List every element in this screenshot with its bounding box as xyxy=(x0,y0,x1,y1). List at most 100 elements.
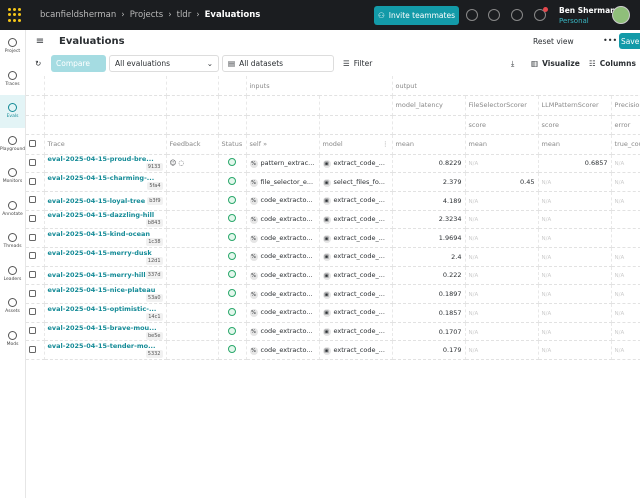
filter-button[interactable]: ☰ Filter xyxy=(338,55,377,72)
model-value[interactable]: extract_code_... xyxy=(334,196,385,204)
table-row[interactable]: eval-2025-04-15-tender-mo... 5332% code_ex… xyxy=(26,340,640,361)
more-icon[interactable]: ••• xyxy=(603,36,617,45)
row-checkbox[interactable] xyxy=(29,289,36,297)
table-row[interactable]: eval-2025-04-15-kind-ocean 1c38% code_extr… xyxy=(26,228,640,248)
trace-link[interactable]: eval-2025-04-15-kind-ocean xyxy=(48,230,151,238)
sidebar-item-leaders[interactable]: Leaders xyxy=(0,258,25,291)
column-menu-icon[interactable]: ⋮ xyxy=(382,140,389,148)
table-row[interactable]: eval-2025-04-15-merry-dusk 12d1% code_extr… xyxy=(26,247,640,267)
evaluations-select[interactable]: All evaluations ⌄ xyxy=(109,55,219,72)
trace-link[interactable]: eval-2025-04-15-brave-mou... xyxy=(48,324,157,332)
column-trace[interactable]: Trace xyxy=(44,134,167,155)
row-checkbox[interactable] xyxy=(29,233,36,241)
search-icon[interactable] xyxy=(466,9,478,21)
table-row[interactable]: eval-2025-04-15-optimistic-... 14c1% code_… xyxy=(26,303,640,323)
trace-link[interactable]: eval-2025-04-15-merry-hill xyxy=(48,271,146,279)
save-view-button[interactable]: Save view xyxy=(619,33,640,49)
row-checkbox[interactable] xyxy=(29,196,36,204)
column-mean[interactable]: mean xyxy=(392,134,466,155)
row-checkbox[interactable] xyxy=(29,177,36,185)
row-checkbox[interactable] xyxy=(29,158,36,166)
columns-button[interactable]: ☷ Columns xyxy=(584,55,640,72)
expand-icon[interactable]: » xyxy=(263,140,267,148)
table-row[interactable]: eval-2025-04-15-merry-hill 337d% code_extr… xyxy=(26,266,640,286)
model-value[interactable]: extract_code_... xyxy=(334,252,385,260)
avatar[interactable] xyxy=(612,6,630,24)
column-self[interactable]: self » xyxy=(246,134,320,155)
table-row[interactable]: eval-2025-04-15-loyal-tree b3f9% code_extr… xyxy=(26,191,640,211)
model-value[interactable]: extract_code_... xyxy=(334,290,385,298)
column-mean[interactable]: mean xyxy=(538,134,612,155)
help-icon[interactable] xyxy=(534,7,548,21)
column-feedback[interactable]: Feedback xyxy=(166,134,219,155)
breadcrumb-project[interactable]: tldr xyxy=(177,10,192,20)
table-row[interactable]: eval-2025-04-15-dazzling-hill b843% code_e… xyxy=(26,210,640,230)
bell-icon[interactable] xyxy=(488,9,500,21)
select-all-checkbox[interactable] xyxy=(29,139,36,147)
trace-link[interactable]: eval-2025-04-15-proud-bre... xyxy=(48,155,154,163)
invite-teammates-button[interactable]: ⚇ Invite teammates xyxy=(374,6,459,25)
self-value[interactable]: code_extracto... xyxy=(261,234,313,242)
row-checkbox[interactable] xyxy=(29,270,36,278)
table-row[interactable]: eval-2025-04-15-nice-plateau 53a0% code_ex… xyxy=(26,284,640,304)
sidebar-item-traces[interactable]: Traces xyxy=(0,63,25,96)
table-row[interactable]: eval-2025-04-15-brave-mou... be5e% code_ex… xyxy=(26,322,640,342)
self-value[interactable]: code_extracto... xyxy=(261,327,313,335)
visualize-button[interactable]: ▥ Visualize xyxy=(526,55,585,72)
datasets-select[interactable]: ▤ All datasets xyxy=(222,55,334,72)
download-icon[interactable]: ⤓ xyxy=(506,55,519,72)
model-value[interactable]: extract_code_... xyxy=(334,234,385,242)
trace-link[interactable]: eval-2025-04-15-optimistic-... xyxy=(48,305,157,313)
self-value[interactable]: code_extracto... xyxy=(261,215,313,223)
column-true-count[interactable]: true_count xyxy=(611,134,640,155)
trace-link[interactable]: eval-2025-04-15-dazzling-hill xyxy=(48,211,155,219)
row-checkbox[interactable] xyxy=(29,345,36,353)
sidebar-item-monitors[interactable]: Monitors xyxy=(0,160,25,193)
add-reaction-icon[interactable]: ☺ xyxy=(170,159,177,167)
row-checkbox[interactable] xyxy=(29,252,36,260)
breadcrumb-entity[interactable]: bcanfieldsherman xyxy=(40,10,116,20)
trace-link[interactable]: eval-2025-04-15-loyal-tree xyxy=(48,197,146,205)
sync-icon[interactable] xyxy=(511,9,523,21)
model-value[interactable]: select_files_fo... xyxy=(334,178,385,186)
model-value[interactable]: extract_code_... xyxy=(334,308,385,316)
trace-link[interactable]: eval-2025-04-15-nice-plateau xyxy=(48,286,156,294)
self-value[interactable]: code_extracto... xyxy=(261,252,313,260)
model-value[interactable]: extract_code_... xyxy=(334,159,385,167)
sidebar-item-project[interactable]: Project xyxy=(0,30,25,63)
model-value[interactable]: extract_code_... xyxy=(334,215,385,223)
sidebar-item-threads[interactable]: Threads xyxy=(0,225,25,258)
self-value[interactable]: file_selector_e... xyxy=(261,178,314,186)
self-value[interactable]: code_extracto... xyxy=(261,346,313,354)
table-row[interactable]: eval-2025-04-15-charming-... 5fa4% file_se… xyxy=(26,172,640,192)
self-value[interactable]: code_extracto... xyxy=(261,196,313,204)
model-value[interactable]: extract_code_... xyxy=(334,271,385,279)
table-row[interactable]: eval-2025-04-15-proud-bre... 9133 ☺ ◌% patt… xyxy=(26,154,640,174)
trace-link[interactable]: eval-2025-04-15-tender-mo... xyxy=(48,342,156,350)
user-menu[interactable]: Ben Sherman Personal xyxy=(559,6,616,25)
row-checkbox[interactable] xyxy=(29,214,36,222)
trace-link[interactable]: eval-2025-04-15-merry-dusk xyxy=(48,249,152,257)
self-value[interactable]: code_extracto... xyxy=(261,290,313,298)
reset-view-button[interactable]: Reset view xyxy=(533,37,574,46)
column-status[interactable]: Status xyxy=(218,134,247,155)
self-value[interactable]: code_extracto... xyxy=(261,271,313,279)
model-value[interactable]: extract_code_... xyxy=(334,327,385,335)
column-model[interactable]: model ⋮ xyxy=(319,134,393,155)
model-value[interactable]: extract_code_... xyxy=(334,346,385,354)
row-checkbox[interactable] xyxy=(29,327,36,335)
column-mean[interactable]: mean xyxy=(465,134,539,155)
trace-link[interactable]: eval-2025-04-15-charming-... xyxy=(48,174,155,182)
self-value[interactable]: pattern_extrac... xyxy=(261,159,315,167)
sidebar-item-playground[interactable]: Playground xyxy=(0,128,25,161)
sidebar-item-evals[interactable]: Evals xyxy=(0,95,25,128)
breadcrumb-projects[interactable]: Projects xyxy=(130,10,164,20)
refresh-icon[interactable]: ↻ xyxy=(30,55,46,72)
wandb-logo[interactable] xyxy=(8,8,22,22)
comment-icon[interactable]: ◌ xyxy=(178,159,184,167)
compare-button[interactable]: Compare xyxy=(51,55,106,72)
row-checkbox[interactable] xyxy=(29,308,36,316)
sidebar-item-mods[interactable]: Mods xyxy=(0,323,25,356)
sidebar-item-assets[interactable]: Assets xyxy=(0,290,25,323)
hamburger-icon[interactable]: ≡ xyxy=(31,32,49,50)
